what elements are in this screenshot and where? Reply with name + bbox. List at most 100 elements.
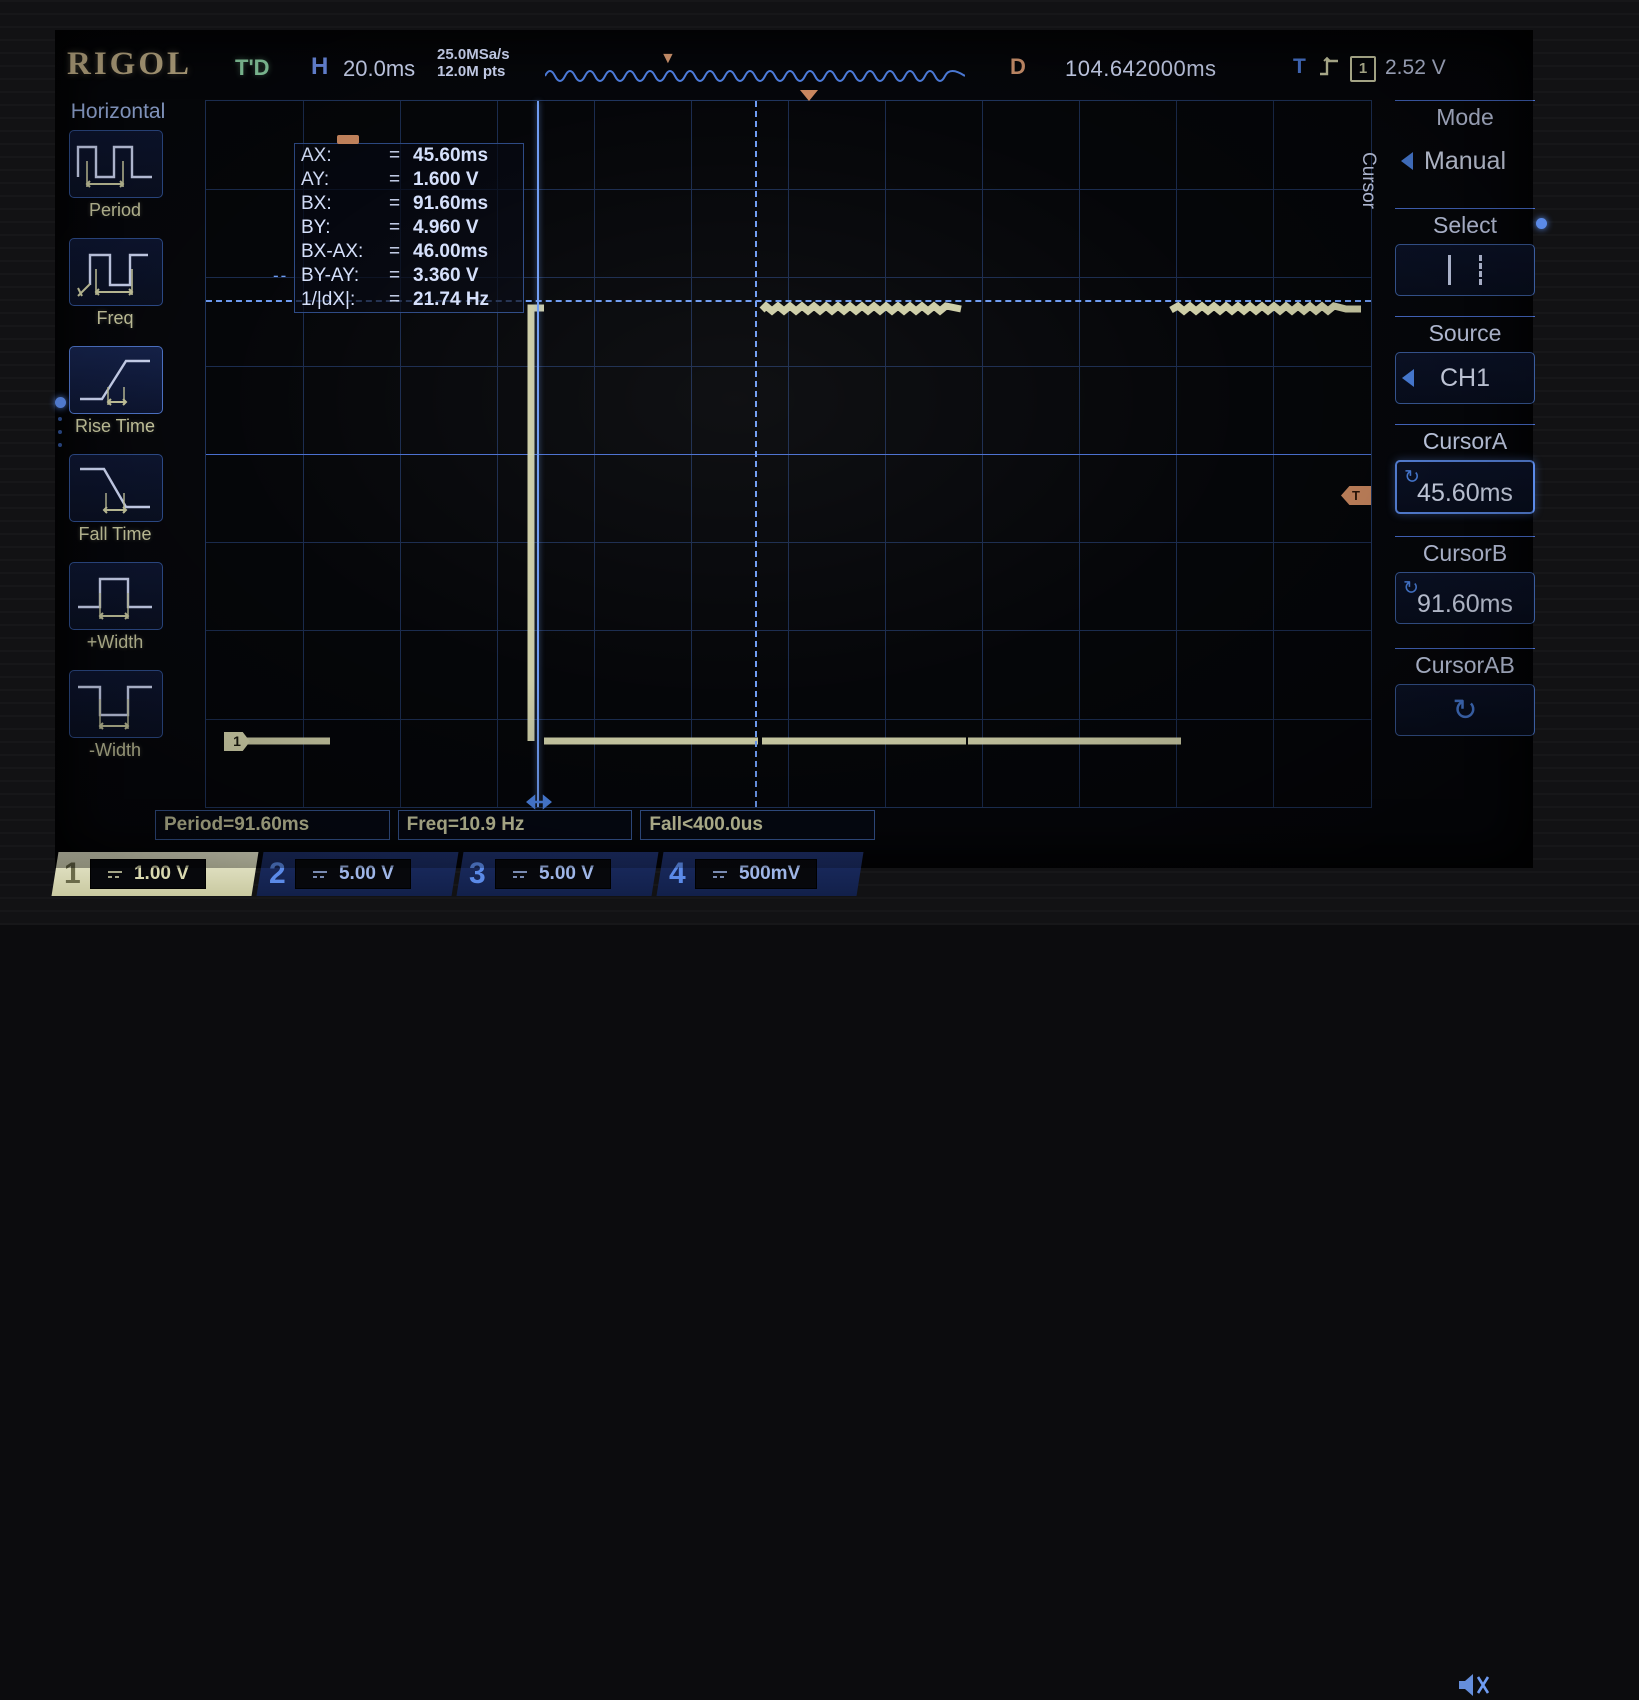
solid-and-dashed-cursor-icon [1448, 255, 1482, 285]
mode-value: Manual [1424, 146, 1506, 175]
delay-value[interactable]: 104.642000ms [1065, 56, 1217, 82]
readout-equals: = [389, 169, 401, 190]
readout-equals: = [389, 145, 401, 166]
readout-equals: = [389, 241, 401, 262]
waveform-graticule[interactable]: 1 T AX: = 45.60ms AY: = 1.600 V BX: = 91… [205, 100, 1372, 811]
measurement-fall[interactable]: Fall<400.0us [640, 810, 876, 840]
cursor-b-value-box[interactable]: ↻ 91.60ms [1395, 572, 1535, 624]
source-selector[interactable]: CH1 [1395, 352, 1535, 404]
readout-row-ax[interactable]: AX: = 45.60ms [295, 144, 523, 168]
memory-overview-waveform[interactable] [545, 60, 965, 88]
channel-1-scale: 1.00 V [89, 859, 206, 889]
page-dot[interactable] [58, 443, 62, 447]
positive-width-icon-box[interactable] [69, 562, 163, 630]
sidebar-item-freq[interactable]: Freq [69, 238, 163, 329]
channel-3-scale: 5.00 V [494, 859, 611, 889]
memory-depth: 12.0M pts [437, 63, 506, 80]
trigger-position-top-marker [800, 90, 818, 101]
menu-scroll-dot[interactable] [1536, 218, 1547, 229]
photo-background: RIGOL T'D H 20.0ms 25.0MSa/s 12.0M pts ▼… [0, 0, 1639, 1696]
cursor-a-vertical-line[interactable] [537, 101, 539, 807]
channel-status-bar: 1 1.00 V 2 5.00 V 3 5.00 V 4 500mV [51, 848, 1533, 1696]
left-arrow-icon[interactable] [1402, 369, 1414, 387]
page-dot[interactable] [58, 430, 62, 434]
channel-2-scale: 5.00 V [294, 859, 411, 889]
menu-label-source: Source [1395, 316, 1535, 347]
source-value: CH1 [1439, 363, 1490, 392]
cursor-a-value-box[interactable]: ↻ 45.60ms [1395, 460, 1535, 514]
page-indicator-dots[interactable] [55, 388, 66, 456]
readout-equals: = [389, 265, 401, 286]
trigger-label: T [1293, 55, 1306, 78]
channel-1-number: 1 [64, 857, 81, 890]
channel-1-button[interactable]: 1 1.00 V [51, 852, 259, 896]
menu-title-cursor: Cursor [1358, 152, 1379, 210]
channel-3-button[interactable]: 3 5.00 V [456, 852, 659, 896]
rotary-knob-icon: ↻ [1404, 467, 1420, 488]
fall-time-icon-box[interactable] [69, 454, 163, 522]
readout-drag-tab[interactable] [337, 135, 359, 144]
readout-value: 1.600 V [413, 169, 479, 190]
readout-key: AY: [301, 169, 330, 190]
sidebar-item-negative-width[interactable]: -Width [69, 670, 163, 761]
channel-4-button[interactable]: 4 500mV [656, 852, 864, 896]
oscilloscope-screen: RIGOL T'D H 20.0ms 25.0MSa/s 12.0M pts ▼… [51, 30, 1547, 1696]
readout-row-ay[interactable]: AY: = 1.600 V [295, 168, 523, 192]
frequency-icon-box[interactable] [69, 238, 163, 306]
readout-row-bx[interactable]: BX: = 91.60ms [295, 192, 523, 216]
measurement-freq[interactable]: Freq=10.9 Hz [397, 810, 633, 840]
frequency-icon [77, 253, 148, 297]
readout-equals: = [389, 289, 401, 310]
horizontal-icon: H [311, 53, 329, 80]
dc-coupling-icon [107, 871, 122, 878]
measurement-results-bar: Period=91.60ms Freq=10.9 Hz Fall<400.0us [155, 810, 876, 840]
readout-value: 4.960 V [413, 217, 479, 238]
menu-group-cursor-ab: CursorAB ↻ [1395, 648, 1535, 736]
sidebar-label-negative-width: -Width [88, 740, 141, 760]
readout-equals: = [389, 193, 401, 214]
speaker-icon[interactable] [1455, 1670, 1493, 1700]
left-arrow-icon[interactable] [1401, 152, 1413, 170]
menu-label-cursor-ab: CursorAB [1395, 648, 1535, 679]
sidebar-item-period[interactable]: Period [69, 130, 163, 221]
cursor-a-value: 45.60ms [1417, 478, 1513, 507]
trigger-source-channel: 1 [1350, 56, 1376, 82]
rotary-knob-icon: ↻ [1403, 578, 1419, 599]
readout-value: 91.60ms [413, 193, 489, 214]
readout-row-bx-ax[interactable]: BX-AX: = 46.00ms [295, 240, 523, 264]
readout-row-by-ay[interactable]: -- BY-AY: = 3.360 V [273, 264, 523, 288]
menu-group-mode: Mode Manual [1395, 100, 1535, 186]
cursor-b-vertical-line[interactable] [755, 101, 757, 807]
sidebar-item-rise-time[interactable]: Rise Time [69, 346, 163, 437]
readout-row-by[interactable]: BY: = 4.960 V [295, 216, 523, 240]
period-icon-box[interactable] [69, 130, 163, 198]
cursor-ab-value-box[interactable]: ↻ [1395, 684, 1535, 736]
dc-coupling-icon [712, 871, 727, 878]
readout-value: 3.360 V [413, 265, 479, 286]
select-cursor-type[interactable] [1395, 244, 1535, 296]
readout-row-inv-dx[interactable]: 1/|dX|: = 21.74 Hz [295, 288, 523, 312]
rise-time-icon-box[interactable] [69, 346, 163, 414]
timebase-value[interactable]: 20.0ms [343, 56, 415, 82]
menu-group-cursor-b: CursorB ↻ 91.60ms [1395, 536, 1535, 624]
mode-selector[interactable]: Manual [1395, 136, 1535, 186]
page-dot-active[interactable] [55, 397, 66, 408]
readout-key: BY: [301, 217, 331, 238]
rotary-knob-icon: ↻ [1452, 693, 1478, 727]
readout-key: AX: [301, 145, 332, 166]
measurement-period[interactable]: Period=91.60ms [155, 810, 390, 840]
page-dot[interactable] [58, 417, 62, 421]
sidebar-item-positive-width[interactable]: +Width [69, 562, 163, 653]
negative-width-icon-box[interactable] [69, 670, 163, 738]
sidebar-item-fall-time[interactable]: Fall Time [69, 454, 163, 545]
sidebar-label-period: Period [88, 200, 142, 220]
cursor-a-handle[interactable] [526, 793, 552, 811]
menu-label-select: Select [1395, 208, 1535, 239]
channel-2-button[interactable]: 2 5.00 V [256, 852, 459, 896]
readout-value: 46.00ms [413, 241, 489, 262]
cursor-readout-panel: AX: = 45.60ms AY: = 1.600 V BX: = 91.60m… [273, 135, 524, 313]
rigol-logo: RIGOL [67, 46, 193, 82]
menu-label-mode: Mode [1395, 100, 1535, 131]
readout-value: 45.60ms [413, 145, 489, 166]
trigger-level-value[interactable]: 2.52 V [1385, 56, 1446, 80]
